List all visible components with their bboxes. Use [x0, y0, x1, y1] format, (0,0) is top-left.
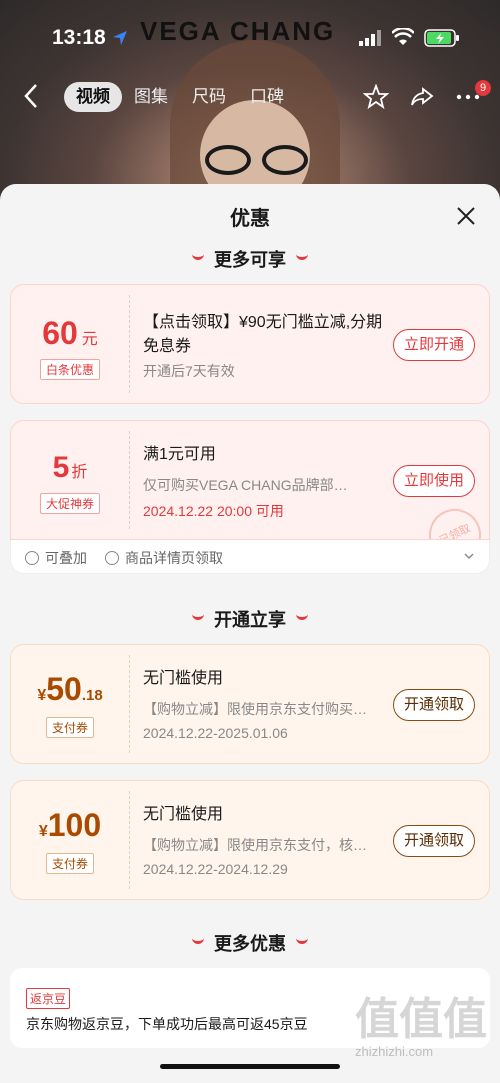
- activate-now-button[interactable]: 立即开通: [392, 329, 475, 361]
- coupon-tag: 支付券: [45, 717, 95, 738]
- source-label: 商品详情页领取: [105, 548, 223, 568]
- brand-name: VEGA CHANG: [140, 16, 336, 46]
- coupon-card-discount: 5折 大促神券 满1元可用 仅可购买VEGA CHANG品牌部… 2024.12…: [10, 420, 490, 540]
- watermark: 值值值 zhizhizhi.com: [355, 995, 487, 1060]
- home-indicator: [160, 1064, 340, 1069]
- tab-video[interactable]: 视频: [64, 82, 122, 112]
- stackable-label: 可叠加: [25, 548, 87, 568]
- coupon-date: 2024.12.22 20:00 可用: [143, 503, 284, 519]
- status-time: 13:18: [52, 26, 106, 49]
- coupon-title: 无门槛使用: [143, 806, 224, 823]
- coupon-card-pay-50: ¥50.18 支付券 无门槛使用 【购物立减】限使用京东支付购买… 2024.1…: [10, 644, 490, 764]
- bean-description: 京东购物返京豆，下单成功后最高可返45京豆: [26, 1016, 308, 1032]
- sheet-title: 优惠: [230, 208, 270, 230]
- coupon-date: 2024.12.22-2025.01.06: [143, 725, 288, 741]
- coupon-amount: ¥50.18: [37, 671, 103, 707]
- coupon-sheet: 优惠 更多可享 60 元 白条优惠 【点击领取】¥90无门槛立减,分期免息券 开通…: [0, 184, 500, 1083]
- coupon-scope: 仅可购买VEGA CHANG品牌部…: [143, 477, 348, 493]
- coupon-tag: 大促神券: [39, 493, 101, 514]
- coupon-scope: 【购物立减】限使用京东支付，核…: [143, 837, 367, 853]
- coupon-amount: ¥100: [38, 807, 102, 843]
- coupon-card-pay-100: ¥100 支付券 无门槛使用 【购物立减】限使用京东支付，核… 2024.12.…: [10, 780, 490, 900]
- coupon-date: 2024.12.22-2024.12.29: [143, 861, 288, 877]
- coupon-card-footer: 可叠加 商品详情页领取: [10, 540, 490, 574]
- share-icon[interactable]: [409, 84, 435, 110]
- notification-badge: 9: [475, 80, 491, 96]
- close-icon[interactable]: [456, 206, 476, 226]
- tab-size[interactable]: 尺码: [180, 82, 238, 112]
- media-tabs: 视频 图集 尺码 口碑: [64, 80, 296, 114]
- use-now-button[interactable]: 立即使用: [392, 465, 475, 497]
- tab-gallery[interactable]: 图集: [122, 82, 180, 112]
- product-nav-bar: 视频 图集 尺码 口碑: [0, 72, 500, 122]
- wifi-icon: [392, 28, 414, 45]
- battery-icon: [424, 29, 459, 47]
- coupon-amount: 5折: [52, 451, 88, 484]
- coupon-title: 满1元可用: [143, 446, 216, 463]
- bean-tag: 返京豆: [26, 988, 71, 1009]
- section-header-open: 开通立享: [0, 606, 500, 632]
- location-arrow-icon: [113, 31, 127, 45]
- coupon-validity: 开通后7天有效: [143, 363, 235, 379]
- tab-reviews[interactable]: 口碑: [238, 82, 296, 112]
- signal-icon: [359, 30, 381, 46]
- coupon-title: 【点击领取】¥90无门槛立减,分期免息券: [143, 314, 383, 355]
- status-bar: 13:18 VEGA CHANG: [0, 0, 500, 72]
- section-header-more: 更多可享: [0, 246, 500, 272]
- coupon-tag: 支付券: [45, 853, 95, 874]
- chevron-down-icon[interactable]: [463, 550, 475, 562]
- open-claim-button[interactable]: 开通领取: [392, 689, 475, 721]
- section-header-more-offers: 更多优惠: [0, 930, 500, 956]
- coupon-amount: 60 元: [42, 315, 98, 351]
- source-icon: [105, 551, 119, 565]
- open-claim-button[interactable]: 开通领取: [392, 825, 475, 857]
- received-stamp: 已领取: [420, 500, 489, 539]
- coupon-title: 无门槛使用: [143, 670, 224, 687]
- coupon-tag: 白条优惠: [39, 359, 101, 380]
- coupon-scope: 【购物立减】限使用京东支付购买…: [143, 701, 367, 717]
- star-icon[interactable]: [363, 84, 389, 110]
- coupon-card-baitiao: 60 元 白条优惠 【点击领取】¥90无门槛立减,分期免息券 开通后7天有效 立即…: [10, 284, 490, 404]
- back-arrow-icon[interactable]: [20, 82, 44, 110]
- stack-icon: [25, 551, 39, 565]
